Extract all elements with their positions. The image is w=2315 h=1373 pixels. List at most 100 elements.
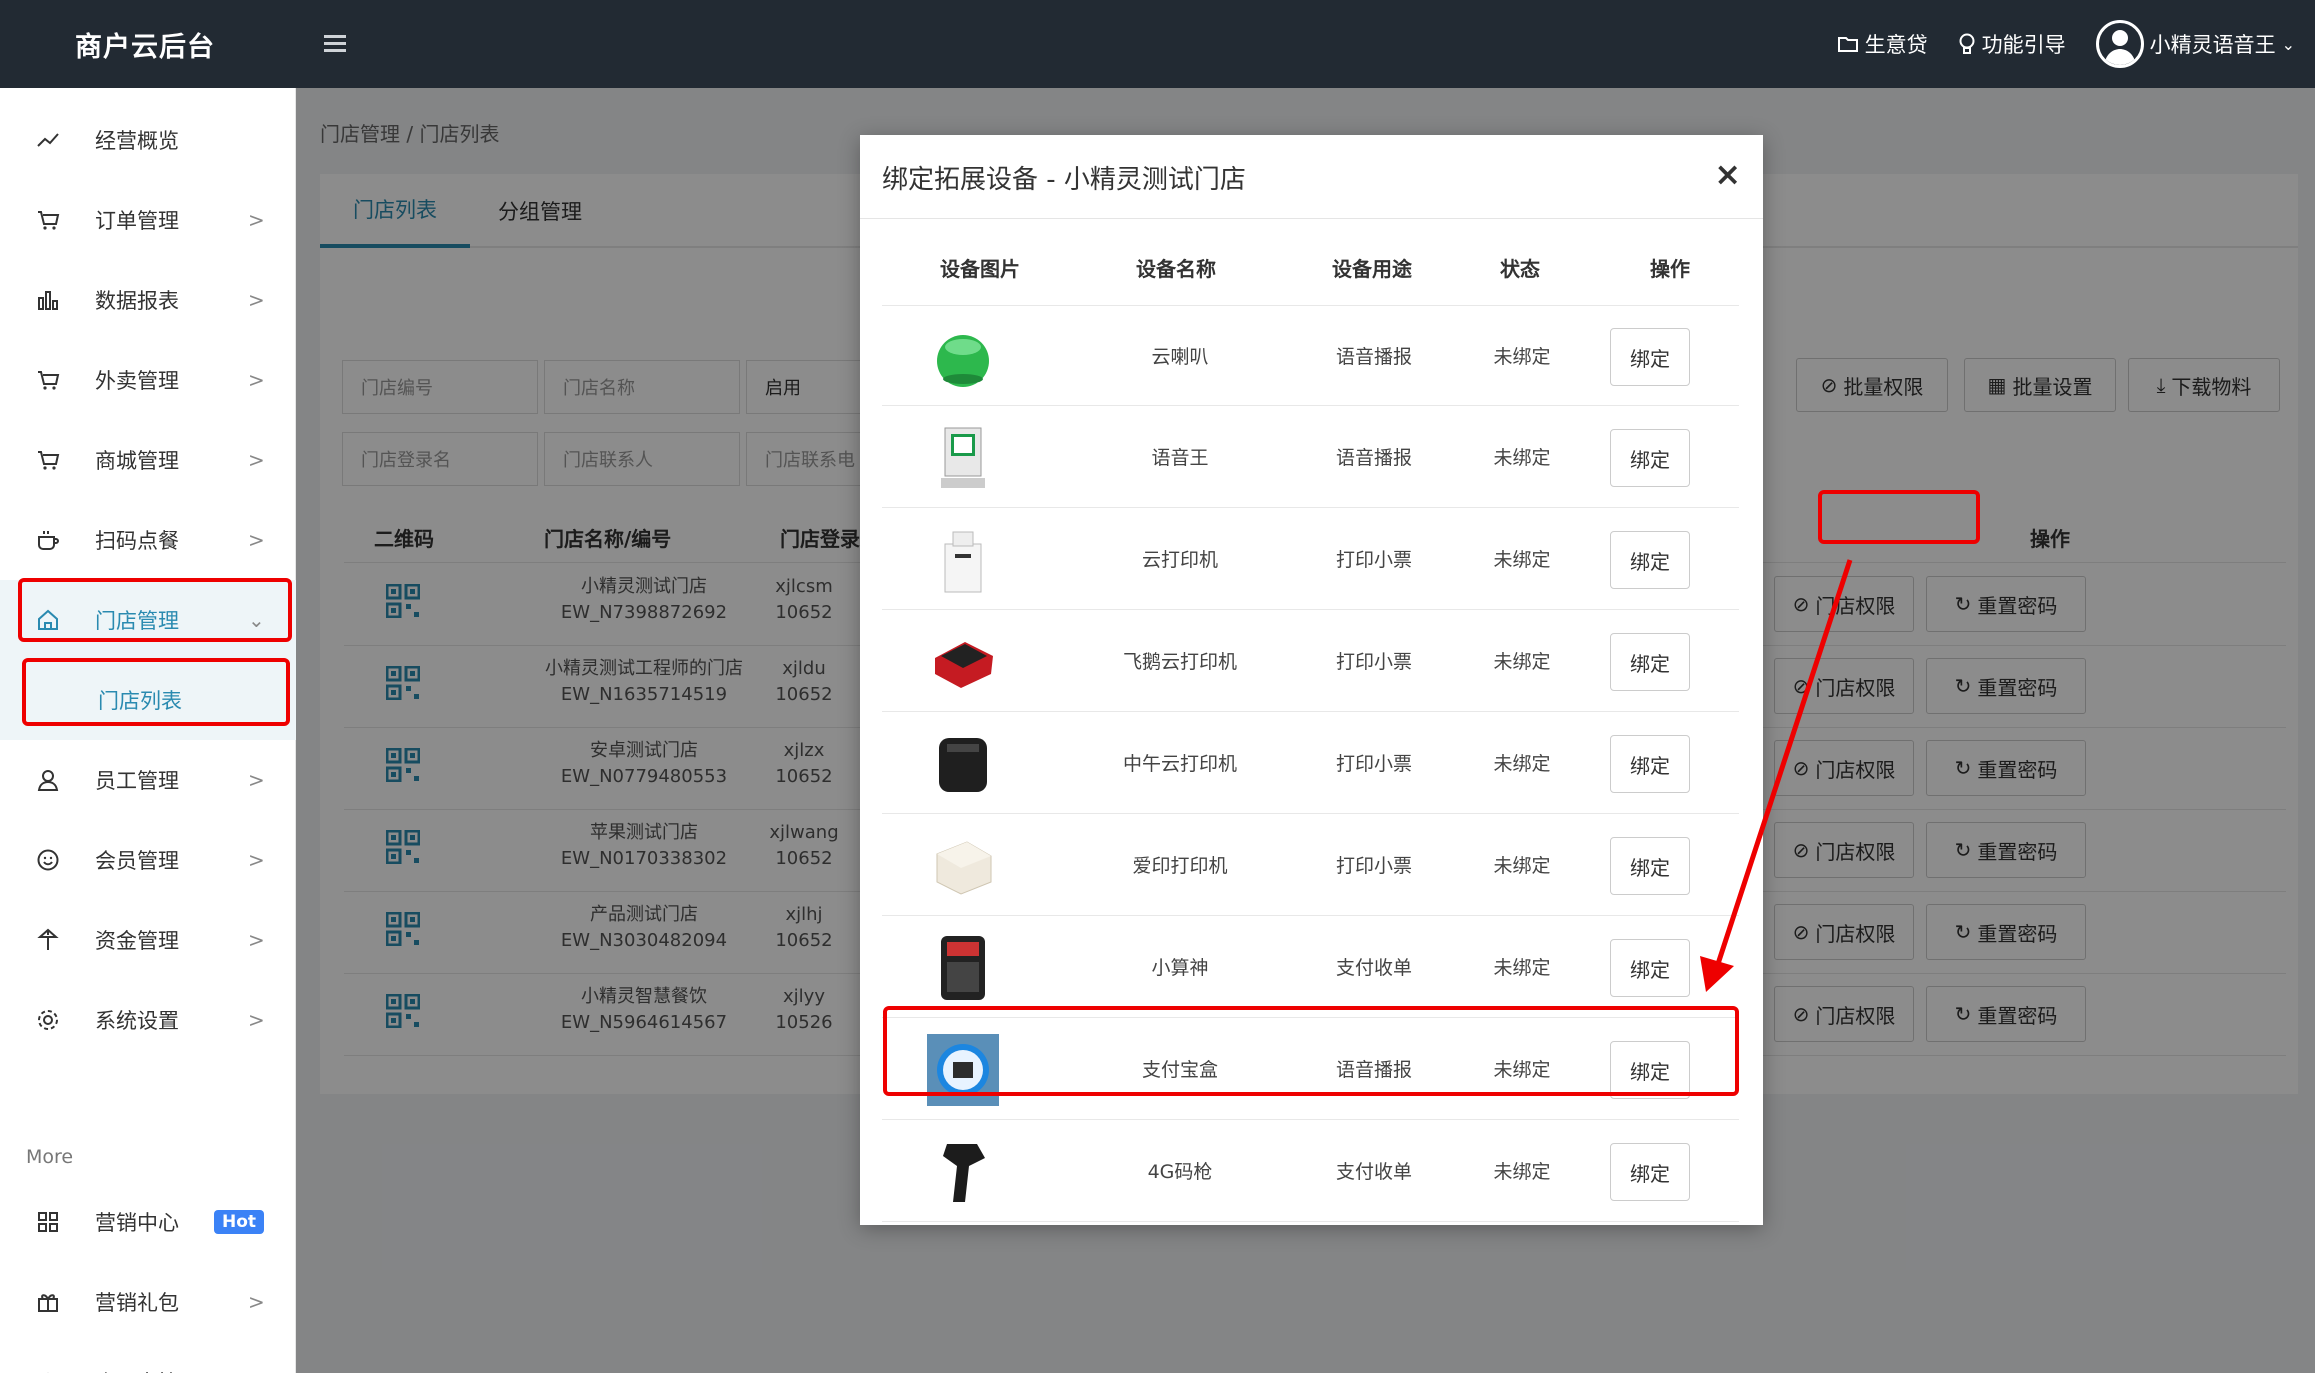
- device-use: 打印小票: [1335, 855, 1412, 877]
- modal-header: 绑定拓展设备 - 小精灵测试门店 ×: [860, 135, 1763, 219]
- col-device-name: 设备名称: [1136, 257, 1216, 281]
- device-status: 未绑定: [1493, 346, 1551, 368]
- sidebar-item-label: 外卖管理: [95, 369, 179, 393]
- device-row: 语音王 语音播报 未绑定 绑定: [882, 407, 1739, 508]
- chevron-icon: >: [248, 768, 265, 792]
- bind-button[interactable]: 绑定: [1610, 939, 1690, 997]
- device-status: 未绑定: [1493, 447, 1551, 469]
- sidebar-subitem-store-list[interactable]: 门店列表: [0, 660, 296, 740]
- bind-button[interactable]: 绑定: [1610, 633, 1690, 691]
- brand-title: 商户云后台: [75, 31, 215, 63]
- top-header: 商户云后台 生意贷 功能引导 小精灵语音王 ⌄: [0, 0, 2315, 88]
- gear-icon: [38, 1010, 58, 1030]
- bind-button[interactable]: 绑定: [1610, 1041, 1690, 1099]
- loan-link[interactable]: 生意贷: [1837, 29, 1928, 59]
- folder-icon: [1837, 37, 1858, 52]
- sidebar-item-label: 营销中心: [95, 1211, 179, 1235]
- sidebar-item-5[interactable]: 商城管理 >: [0, 420, 296, 500]
- device-use: 打印小票: [1335, 753, 1412, 775]
- bar-chart-icon: [38, 291, 58, 310]
- device-row: 4G码枪 支付收单 未绑定 绑定: [882, 1121, 1739, 1222]
- sidebar-item-6[interactable]: 扫码点餐 >: [0, 500, 296, 580]
- device-use: 支付收单: [1335, 957, 1412, 979]
- device-image: [936, 841, 992, 895]
- user-name: 小精灵语音王: [2149, 33, 2276, 57]
- sidebar-item-label: 扫码点餐: [95, 529, 179, 553]
- device-status: 未绑定: [1493, 549, 1551, 571]
- loan-label: 生意贷: [1864, 33, 1928, 57]
- sidebar-item-10[interactable]: 资金管理 >: [0, 900, 296, 980]
- chevron-icon: >: [248, 928, 265, 952]
- device-status: 未绑定: [1493, 753, 1551, 775]
- device-name: 爱印打印机: [1132, 855, 1228, 877]
- device-row: 中午云打印机 打印小票 未绑定 绑定: [882, 713, 1739, 814]
- device-image: [939, 738, 987, 792]
- device-row: 小算神 支付收单 未绑定 绑定: [882, 917, 1739, 1018]
- device-image: [941, 936, 985, 1000]
- smile-icon: [37, 849, 59, 871]
- device-image: [941, 427, 985, 488]
- hot-badge: Hot: [214, 1210, 265, 1234]
- menu-toggle-icon[interactable]: [322, 28, 350, 60]
- sidebar-item-3[interactable]: 数据报表 >: [0, 260, 296, 340]
- device-image: [937, 335, 989, 387]
- device-use: 打印小票: [1335, 651, 1412, 673]
- device-use: 语音播报: [1335, 1059, 1412, 1081]
- modal-title: 绑定拓展设备 - 小精灵测试门店: [882, 165, 1246, 195]
- device-status: 未绑定: [1493, 957, 1551, 979]
- chevron-icon: >: [248, 208, 265, 232]
- chevron-icon: >: [248, 368, 265, 392]
- user-menu[interactable]: 小精灵语音王 ⌄: [2095, 20, 2295, 68]
- sidebar-item-label: 数据报表: [95, 289, 179, 313]
- sidebar: 经营概览 订单管理 > 数据报表 > 外卖管理 > 商城管理 > 扫码点餐 > 门店管理 ⌄ 员工管理 > 会…: [0, 88, 296, 1373]
- sidebar-item-label: 门店管理: [95, 609, 179, 633]
- bind-device-modal: 绑定拓展设备 - 小精灵测试门店 × 设备图片 设备名称 设备用途 状态 操作 …: [860, 135, 1763, 1225]
- sidebar-extra-item-1[interactable]: 营销中心 Hot: [0, 1182, 296, 1262]
- bind-button[interactable]: 绑定: [1610, 328, 1690, 386]
- sidebar-extra-item-2[interactable]: 营销礼包 >: [0, 1262, 296, 1342]
- device-row: 爱印打印机 打印小票 未绑定 绑定: [882, 815, 1739, 916]
- sidebar-item-4[interactable]: 外卖管理 >: [0, 340, 296, 420]
- close-icon[interactable]: ×: [1714, 155, 1741, 193]
- bind-button[interactable]: 绑定: [1610, 1143, 1690, 1201]
- bind-button[interactable]: 绑定: [1610, 531, 1690, 589]
- chevron-icon: ⌄: [248, 608, 265, 632]
- sidebar-item-1[interactable]: 经营概览: [0, 100, 296, 180]
- device-use: 语音播报: [1335, 447, 1412, 469]
- bind-button[interactable]: 绑定: [1610, 837, 1690, 895]
- device-image: [927, 1034, 999, 1106]
- guide-link[interactable]: 功能引导: [1958, 29, 2066, 59]
- bind-button[interactable]: 绑定: [1610, 735, 1690, 793]
- device-name: 中午云打印机: [1122, 753, 1237, 775]
- chevron-icon: >: [248, 528, 265, 552]
- sidebar-item-2[interactable]: 订单管理 >: [0, 180, 296, 260]
- trend-icon: [37, 133, 59, 147]
- device-image: [943, 1144, 985, 1202]
- bind-button[interactable]: 绑定: [1610, 429, 1690, 487]
- chevron-icon: >: [248, 848, 265, 872]
- more-label: More: [26, 1146, 74, 1168]
- cart-icon: [38, 451, 60, 470]
- sidebar-item-11[interactable]: 系统设置 >: [0, 980, 296, 1060]
- sidebar-extra-item-3[interactable]: 会员卡管理>: [0, 1342, 296, 1373]
- chevron-icon: >: [248, 1008, 265, 1032]
- sidebar-item-label: 营销礼包: [95, 1291, 179, 1315]
- device-status: 未绑定: [1493, 651, 1551, 673]
- bulb-icon: [1959, 33, 1975, 54]
- sidebar-item-7[interactable]: 门店管理 ⌄: [0, 580, 296, 660]
- col-device-image: 设备图片: [940, 257, 1020, 281]
- sidebar-item-label: 商城管理: [95, 449, 179, 473]
- device-status: 未绑定: [1493, 1161, 1551, 1183]
- sidebar-subitem-label: 门店列表: [98, 689, 182, 713]
- cup-icon: [38, 531, 59, 550]
- grid-icon: [38, 1212, 58, 1232]
- home-icon: [38, 609, 58, 630]
- avatar: [2095, 20, 2144, 68]
- device-use: 支付收单: [1335, 1161, 1412, 1183]
- col-device-use: 设备用途: [1332, 257, 1412, 281]
- gift-icon: [38, 1294, 58, 1312]
- sidebar-item-9[interactable]: 会员管理 >: [0, 820, 296, 900]
- cart-icon: [38, 211, 60, 230]
- sidebar-item-8[interactable]: 员工管理 >: [0, 740, 296, 820]
- device-name: 小算神: [1151, 957, 1209, 979]
